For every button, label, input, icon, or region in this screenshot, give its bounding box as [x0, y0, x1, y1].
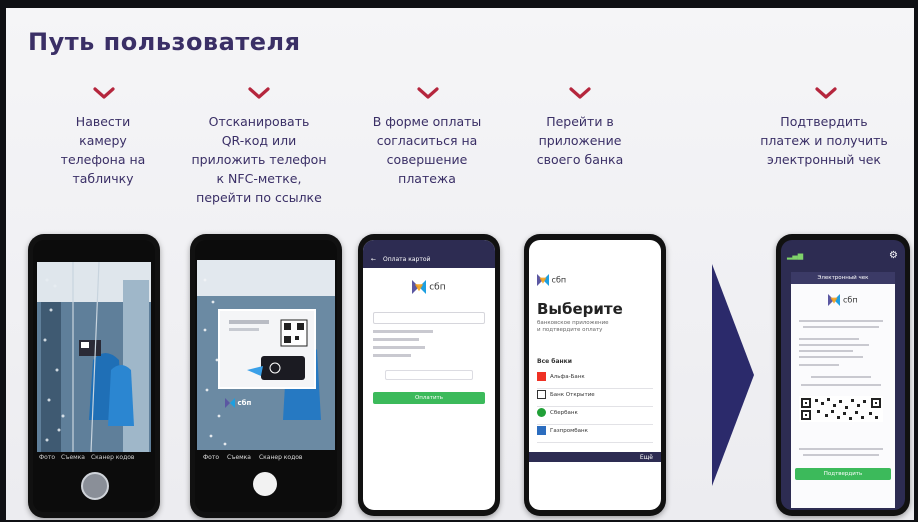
payment-option-field[interactable]	[385, 370, 473, 380]
receipt-text-line	[811, 376, 871, 378]
camera-mode-scanner[interactable]: Сканер кодов	[91, 454, 134, 461]
payment-form-title: Оплата картой	[383, 256, 431, 263]
payment-form-header: ← Оплата картой	[363, 240, 495, 268]
camera-mode-photo[interactable]: Фото	[39, 454, 55, 461]
phone-confirm-receipt: ▂▄▆ ⚙ Электронный чек сбп Подтвердить	[776, 234, 910, 516]
receipt-text-line	[799, 364, 839, 366]
camera-mode-scanner[interactable]: Сканер кодов	[259, 454, 302, 461]
sbp-logo-icon	[537, 274, 549, 286]
bank-list-item[interactable]: Альфа-Банк	[537, 372, 653, 389]
receipt-text-line	[803, 454, 879, 456]
pay-button[interactable]: Оплатить	[373, 392, 485, 404]
sbp-logo-icon	[225, 398, 235, 408]
sbp-logo-icon	[828, 294, 841, 306]
receipt-card: Электронный чек сбп Подтвердить	[791, 272, 895, 508]
receipt-text-line	[799, 350, 853, 352]
shutter-button[interactable]	[81, 472, 109, 500]
step-4-text: Перейти в приложение своего банка	[536, 114, 624, 167]
chevron-down-icon	[248, 87, 270, 99]
otkritie-bank-icon	[537, 390, 546, 399]
form-text-line	[373, 338, 419, 341]
payment-form-screen: ← Оплата картой сбп Оплатить	[363, 240, 495, 510]
form-text-line	[373, 354, 411, 357]
receipt-title: Электронный чек	[791, 272, 895, 284]
receipt-text-line	[799, 338, 859, 340]
camera-mode-video[interactable]: Съемка	[227, 454, 251, 461]
chevron-down-icon	[417, 87, 439, 99]
chevron-down-icon	[93, 87, 115, 99]
phone-payment-form: ← Оплата картой сбп Оплатить	[358, 234, 500, 516]
payment-field[interactable]	[373, 312, 485, 324]
receipt-text-line	[799, 356, 863, 358]
bank-more-bar[interactable]: Ещё	[529, 452, 661, 462]
phone-bank-select: сбп Выберите банковское приложение и под…	[524, 234, 666, 516]
alfa-bank-icon	[537, 372, 546, 381]
form-text-line	[373, 346, 425, 349]
confirm-payment-button[interactable]: Подтвердить	[795, 468, 891, 480]
bank-list-item[interactable]: Банк Открытие	[537, 390, 653, 407]
signal-icon: ▂▄▆	[787, 252, 804, 260]
gazprombank-icon	[537, 426, 546, 435]
camera-modes: Фото Съемка Сканер кодов	[39, 454, 134, 461]
scan-screen: сбп Фото Съемка Сканер кодов	[195, 240, 337, 512]
camera-mode-video[interactable]: Съемка	[61, 454, 85, 461]
chevron-down-icon	[569, 87, 591, 99]
step-3-text: В форме оплаты согласиться на совершение…	[372, 114, 482, 186]
bank-list-item[interactable]: Газпромбанк	[537, 426, 653, 443]
shutter-button[interactable]	[253, 472, 277, 496]
camera-mode-photo[interactable]: Фото	[203, 454, 219, 461]
receipt-qr-code	[799, 396, 883, 422]
bank-select-subheading: банковское приложение и подтвердите опла…	[537, 320, 609, 333]
sbp-logo-label: сбп	[363, 280, 495, 294]
sbp-logo-label: сбп	[537, 274, 566, 286]
chevron-down-icon	[815, 87, 837, 99]
receipt-screen: ▂▄▆ ⚙ Электронный чек сбп Подтвердить	[781, 240, 905, 510]
slide-title: Путь пользователя	[28, 28, 301, 56]
receipt-text-line	[799, 448, 883, 450]
sbp-logo-label: сбп	[225, 398, 251, 408]
bank-section-title: Все банки	[537, 358, 572, 365]
camera-screen: Фото Съемка Сканер кодов	[33, 240, 155, 512]
receipt-text-line	[799, 344, 869, 346]
sberbank-icon	[537, 408, 546, 417]
gear-icon[interactable]: ⚙	[889, 250, 898, 261]
phone-camera: Фото Съемка Сканер кодов	[28, 234, 160, 518]
bank-select-heading: Выберите	[537, 300, 623, 318]
bank-select-screen: сбп Выберите банковское приложение и под…	[529, 240, 661, 510]
presentation-slide: Путь пользователя Навести камеру телефон…	[6, 8, 914, 520]
receipt-text-line	[801, 384, 881, 386]
phone-qr-scan: сбп Фото Съемка Сканер кодов	[190, 234, 342, 518]
form-text-line	[373, 330, 433, 333]
sbp-logo-icon	[412, 280, 427, 294]
step-5-text: Подтвердить платеж и получить электронны…	[760, 114, 888, 167]
receipt-text-line	[803, 326, 879, 328]
camera-modes: Фото Съемка Сканер кодов	[203, 454, 302, 461]
sbp-logo-label: сбп	[791, 294, 895, 306]
bank-list-item[interactable]: Сбербанк	[537, 408, 653, 425]
step-1-text: Навести камеру телефона на табличку	[60, 114, 146, 186]
receipt-text-line	[799, 320, 883, 322]
step-2-text: Отсканировать QR-код или приложить телеф…	[191, 114, 327, 205]
back-arrow-icon[interactable]: ←	[371, 256, 376, 263]
next-step-arrow-icon	[712, 264, 754, 486]
